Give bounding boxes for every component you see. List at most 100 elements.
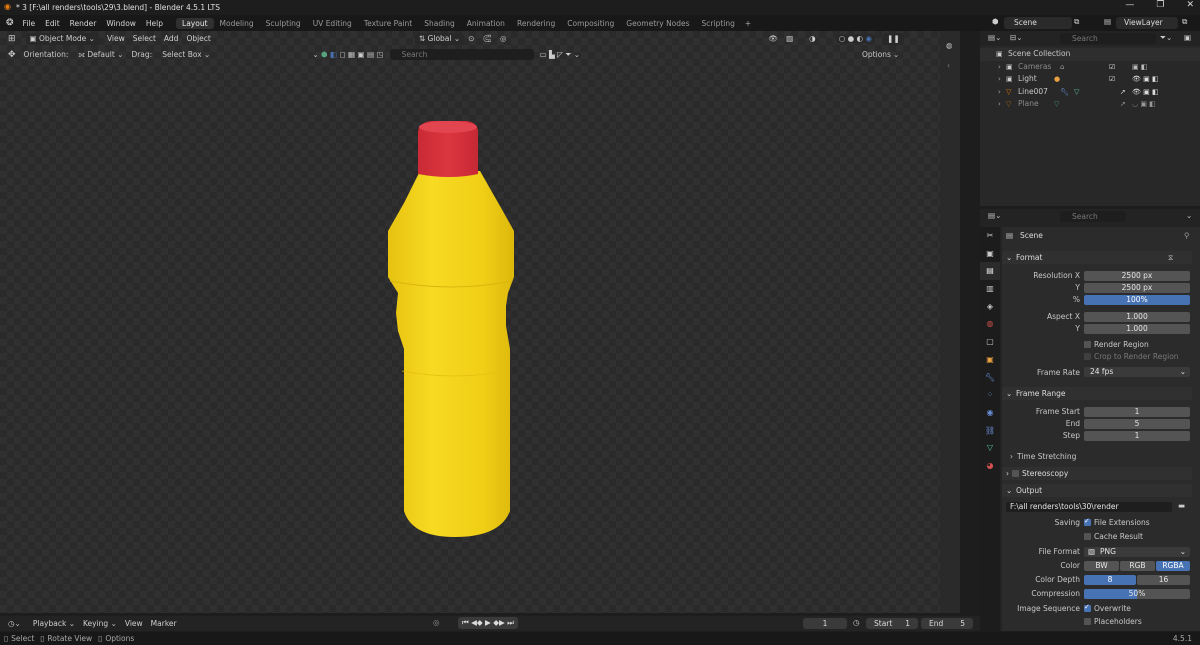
frame-start-field[interactable]: 1 [1084,407,1190,417]
collection-tab-icon[interactable]: ▢ [980,333,1000,351]
resolution-x-field[interactable]: 2500 px [1084,271,1190,281]
end-frame-field[interactable]: End 5 [921,618,973,629]
tab-sculpting[interactable]: Sculpting [260,18,307,29]
modifiers-tab-icon[interactable]: 🔧︎ [980,369,1000,387]
compression-slider[interactable]: 50% [1084,589,1190,599]
aspect-y-field[interactable]: 1.000 [1084,324,1190,334]
render-region-checkbox[interactable] [1084,341,1091,348]
outliner-row-cameras[interactable]: › ▣ Cameras ⌂ ☑ ▣ ◧ [980,61,1200,74]
maximize-button[interactable]: ❐ [1156,0,1164,10]
object-tab-icon[interactable]: ▣ [980,351,1000,369]
menu-render[interactable]: Render [65,19,102,28]
file-extensions-checkbox[interactable] [1084,517,1091,526]
new-collection-icon[interactable]: ▣ [1184,33,1191,42]
frame-end-field[interactable]: 5 [1084,419,1190,429]
color-bw-button[interactable]: BW [1084,561,1119,571]
time-stretching-subpanel[interactable]: › Time Stretching [1010,451,1192,463]
physics-tab-icon[interactable]: ◉ [980,404,1000,422]
color-rgba-button[interactable]: RGBA [1156,561,1190,571]
render-tab-icon[interactable]: ▣ [980,245,1000,263]
select-icon[interactable]: ➚ [1120,86,1126,99]
expand-icon[interactable]: › [998,61,1001,74]
scene-icon[interactable]: ⬢ [992,17,999,26]
collapse-arrow-icon[interactable]: ‹ [947,61,950,70]
cache-result-checkbox[interactable] [1084,533,1091,540]
outliner-row-scene-collection[interactable]: ▣ Scene Collection [980,48,1200,61]
frame-rate-dropdown[interactable]: 24 fps ⌄ [1084,367,1190,377]
menu-keying[interactable]: Keying ⌄ [79,618,121,630]
3d-viewport[interactable]: ⊞ ▣ Object Mode ⌄ View Select Add Object… [0,31,960,613]
overwrite-checkbox[interactable] [1084,603,1091,612]
properties-search-input[interactable]: Search [1060,211,1126,222]
expand-icon[interactable]: › [998,98,1001,111]
color-depth-8-button[interactable]: 8 [1084,575,1136,585]
timeline-editor-icon[interactable]: ◷⌄ [8,619,21,628]
aspect-x-field[interactable]: 1.000 [1084,312,1190,322]
material-tab-icon[interactable]: ◕ [980,457,1000,475]
viewport-scrollbar[interactable]: ◍ ‹ [940,31,960,613]
view-layer-selector[interactable]: ViewLayer [1116,17,1178,29]
view-layer-tab-icon[interactable]: ▥ [980,280,1000,298]
format-panel-header[interactable]: ⌄ Format ⧖ [1002,251,1192,264]
start-frame-field[interactable]: Start 1 [866,618,918,629]
output-tab-icon[interactable]: ▤ [980,262,1000,281]
crop-checkbox[interactable] [1084,353,1091,360]
add-workspace-icon[interactable]: + [741,19,755,28]
filter-icon[interactable]: ⏷⌄ [1160,33,1172,43]
outliner-row-plane[interactable]: › ▽ Plane ▽ ➚ ◡ ▣ ◧ [980,98,1200,111]
auto-keying-icon[interactable]: ◎ [433,618,440,627]
particles-tab-icon[interactable]: ⁘ [980,386,1000,404]
resolution-percent-field[interactable]: 100% [1084,295,1190,305]
menu-help[interactable]: Help [141,19,168,28]
menu-view-timeline[interactable]: View [121,618,147,630]
frame-step-field[interactable]: 1 [1084,431,1190,441]
menu-file[interactable]: File [18,19,41,28]
pin-icon[interactable]: ⚲ [1184,231,1190,240]
view-layer-icon[interactable]: ▤ [1104,17,1111,26]
data-tab-icon[interactable]: ▽ [980,439,1000,457]
outliner-search-input[interactable]: Search [1060,33,1156,44]
world-tab-icon[interactable]: ◍ [980,315,1000,333]
eye-icon[interactable]: 👁︎ ▣ ◧ [1132,73,1159,86]
menu-window[interactable]: Window [101,19,141,28]
menu-marker[interactable]: Marker [147,618,181,630]
tab-compositing[interactable]: Compositing [561,18,620,29]
eye-icon[interactable]: ▣ ◧ [1132,61,1147,74]
expand-icon[interactable]: › [998,73,1001,86]
placeholders-checkbox[interactable] [1084,618,1091,625]
new-scene-icon[interactable]: ⧉ [1074,17,1079,27]
tab-geometry-nodes[interactable]: Geometry Nodes [620,18,695,29]
expand-icon[interactable]: › [998,86,1001,99]
constraints-tab-icon[interactable]: ⛓ [980,422,1000,440]
tool-tab-icon[interactable]: ✂ [980,227,1000,245]
eye-icon[interactable]: 👁︎ ▣ ◧ [1132,86,1159,99]
outliner-row-line007[interactable]: › ▽ Line007 🔧︎ ▽ ➚ 👁︎ ▣ ◧ [980,86,1200,99]
close-button[interactable]: ✕ [1186,0,1194,10]
presets-icon[interactable]: ⧖ [1168,251,1173,264]
tab-shading[interactable]: Shading [418,18,460,29]
outliner-editor-icon[interactable]: ▤⌄ [988,33,1001,42]
output-path-field[interactable]: F:\all renders\tools\30\render [1006,502,1172,512]
tab-scripting[interactable]: Scripting [696,18,741,29]
tab-uv-editing[interactable]: UV Editing [307,18,358,29]
stopwatch-icon[interactable]: ◷ [853,618,860,627]
file-format-dropdown[interactable]: ▧ PNG ⌄ [1084,547,1190,557]
folder-icon[interactable]: ▬ [1178,501,1185,510]
display-mode-icon[interactable]: ⊟⌄ [1010,33,1023,42]
playback-controls[interactable]: ⏮ ◀◆ ▶ ◆▶ ⏭ [458,617,518,629]
stereoscopy-checkbox[interactable] [1012,470,1019,477]
output-panel-header[interactable]: ⌄ Output [1002,484,1192,497]
outliner-row-light[interactable]: › ▣ Light ● ☑ 👁︎ ▣ ◧ [980,73,1200,86]
tab-rendering[interactable]: Rendering [511,18,561,29]
options-icon[interactable]: ⌄ [1186,211,1192,220]
current-frame-field[interactable]: 1 [803,618,847,629]
select-icon[interactable]: ➚ [1120,98,1126,111]
tab-layout[interactable]: Layout [176,17,214,29]
tab-animation[interactable]: Animation [461,18,511,29]
toggle-sidebar-icon[interactable]: ◍ [946,41,953,50]
menu-playback[interactable]: Playback ⌄ [29,618,79,630]
properties-editor-icon[interactable]: ▤⌄ [988,211,1001,220]
minimize-button[interactable]: — [1125,0,1134,10]
color-depth-16-button[interactable]: 16 [1137,575,1190,585]
checkbox-icon[interactable]: ☑ [1109,61,1115,74]
